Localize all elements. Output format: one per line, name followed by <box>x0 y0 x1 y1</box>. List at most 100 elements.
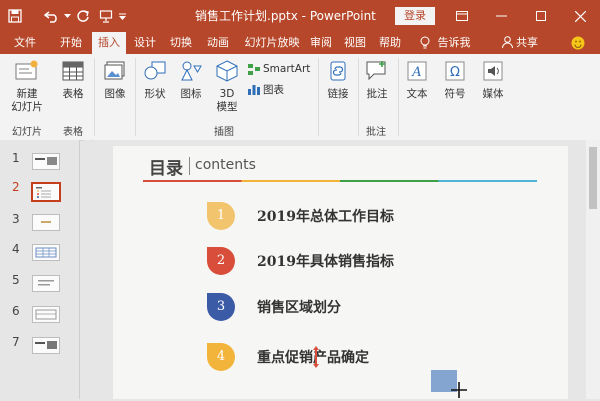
tab-transitions[interactable]: 切换 <box>166 32 196 54</box>
smartart-label: SmartArt <box>263 63 311 75</box>
table-label: 表格 <box>62 88 84 100</box>
redo-icon[interactable] <box>74 8 92 24</box>
thumbnail-pane: 1 2 3 4 5 6 7 <box>0 140 79 399</box>
crosshair-cursor-icon <box>451 382 467 401</box>
title-bar: 销售工作计划.pptx - PowerPoint 登录 <box>0 0 600 32</box>
smartart-icon <box>248 63 260 75</box>
slide-thumbnail-4[interactable] <box>32 244 60 261</box>
pane-divider[interactable] <box>79 140 80 399</box>
chart-label: 图表 <box>263 84 284 96</box>
ribbon-display-options-icon[interactable] <box>451 6 473 26</box>
chart-button[interactable]: 图表 <box>248 82 284 97</box>
new-slide-button[interactable]: 新建 幻灯片 <box>10 58 44 114</box>
symbol-label: 符号 <box>444 88 466 100</box>
icons-button[interactable]: 图标 <box>176 58 206 101</box>
minimize-icon[interactable] <box>490 6 512 26</box>
tab-home[interactable]: 开始 <box>54 32 88 54</box>
scrollbar-thumb[interactable] <box>589 147 597 209</box>
comment-icon <box>364 58 390 84</box>
shapes-icon <box>142 58 168 84</box>
ribbon-separator <box>318 58 319 136</box>
thumbnail-number: 7 <box>12 335 20 349</box>
smiley-icon[interactable] <box>570 32 586 54</box>
group-slides-label: 幻灯片 <box>12 127 42 138</box>
agenda-item-2[interactable]: 2 2019年具体销售指标 <box>207 247 394 275</box>
number-badge-4: 4 <box>207 343 235 371</box>
ribbon-separator <box>94 58 95 136</box>
agenda-item-1[interactable]: 1 2019年总体工作目标 <box>207 202 394 230</box>
lightbulb-icon[interactable] <box>417 32 433 54</box>
tab-review[interactable]: 审阅 <box>307 32 335 54</box>
slide[interactable]: 目录 contents 1 2019年总体工作目标 2 2019年具体销售指标 … <box>113 146 568 399</box>
tab-insert[interactable]: 插入 <box>92 32 126 54</box>
customize-toolbar-icon[interactable] <box>117 8 127 24</box>
chart-icon <box>248 85 260 95</box>
slide-thumbnail-1[interactable] <box>32 153 60 170</box>
link-button[interactable]: 链接 <box>323 58 353 101</box>
text-button[interactable]: A 文本 <box>402 58 432 101</box>
symbol-button[interactable]: Ω 符号 <box>440 58 470 101</box>
start-from-beginning-icon[interactable] <box>97 8 115 24</box>
media-button[interactable]: 媒体 <box>478 58 508 101</box>
undo-icon[interactable] <box>42 8 62 24</box>
icons-icon <box>178 58 204 84</box>
heading-divider <box>189 157 190 175</box>
login-button[interactable]: 登录 <box>395 7 435 25</box>
group-tables-label: 表格 <box>63 127 83 138</box>
number-badge-3: 3 <box>207 293 235 321</box>
smartart-button[interactable]: SmartArt <box>248 63 310 75</box>
slide-thumbnail-7[interactable] <box>32 337 60 354</box>
color-rule <box>143 180 537 182</box>
svg-text:A: A <box>411 65 421 80</box>
person-icon[interactable] <box>500 32 514 54</box>
close-icon[interactable] <box>569 6 591 26</box>
agenda-item-3[interactable]: 3 销售区域划分 <box>207 293 341 321</box>
tab-animations[interactable]: 动画 <box>203 32 233 54</box>
agenda-item-4[interactable]: 4 重点促销产品确定 <box>207 343 369 371</box>
tell-me-search[interactable]: 告诉我 <box>434 32 474 54</box>
thumbnail-number: 6 <box>12 304 20 318</box>
slide-thumbnail-6[interactable] <box>32 306 60 323</box>
ribbon-tabs: 文件 开始 插入 设计 切换 动画 幻灯片放映 审阅 视图 帮助 告诉我 共享 <box>0 32 600 54</box>
text-label: 文本 <box>406 88 428 100</box>
table-button[interactable]: 表格 <box>58 58 88 101</box>
link-label: 链接 <box>327 88 349 100</box>
slide-subheading: contents <box>195 157 256 173</box>
new-slide-label: 新建 幻灯片 <box>11 88 43 113</box>
thumbnail-number: 3 <box>12 212 20 226</box>
3d-models-button[interactable]: 3D 模型 <box>212 58 242 114</box>
image-label: 图像 <box>104 88 126 100</box>
thumbnail-scrollbar[interactable] <box>84 140 92 399</box>
tab-file[interactable]: 文件 <box>10 32 40 54</box>
slide-thumbnail-5[interactable] <box>32 275 60 292</box>
thumbnail-number: 4 <box>12 242 20 256</box>
new-slide-icon <box>14 58 40 84</box>
share-button[interactable]: 共享 <box>514 32 540 54</box>
group-comments-label: 批注 <box>366 127 386 138</box>
shapes-label: 形状 <box>144 88 166 100</box>
save-icon[interactable] <box>6 8 24 24</box>
ribbon-separator <box>135 58 136 136</box>
thumbnail-number: 2 <box>12 180 20 194</box>
comment-label: 批注 <box>366 88 388 100</box>
tab-help[interactable]: 帮助 <box>376 32 404 54</box>
link-icon <box>325 58 351 84</box>
thumbnail-number: 5 <box>12 273 20 287</box>
maximize-icon[interactable] <box>530 6 552 26</box>
shapes-button[interactable]: 形状 <box>140 58 170 101</box>
icons-label: 图标 <box>180 88 202 100</box>
group-illustrations-label: 插图 <box>214 127 234 138</box>
slide-thumbnail-2[interactable] <box>31 182 61 202</box>
tab-view[interactable]: 视图 <box>341 32 369 54</box>
3d-models-label: 3D 模型 <box>216 88 238 113</box>
svg-text:Ω: Ω <box>450 65 460 80</box>
agenda-item-text: 2019年总体工作目标 <box>257 209 394 225</box>
tab-design[interactable]: 设计 <box>131 32 159 54</box>
undo-dropdown-icon[interactable] <box>62 8 72 24</box>
tab-slideshow[interactable]: 幻灯片放映 <box>242 32 302 54</box>
slide-thumbnail-3[interactable] <box>32 214 60 231</box>
image-button[interactable]: 图像 <box>100 58 130 101</box>
comment-button[interactable]: 批注 <box>362 58 392 101</box>
move-cursor-icon <box>309 346 323 371</box>
agenda-item-text: 2019年具体销售指标 <box>257 254 394 270</box>
